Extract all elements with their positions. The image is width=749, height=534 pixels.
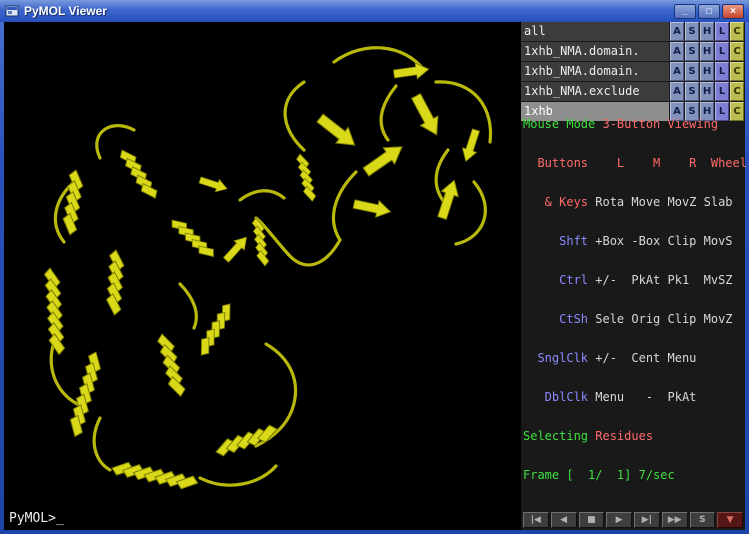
mouse-matrix-row: DblClk Menu - PkAt (523, 391, 743, 404)
maximize-button[interactable]: □ (698, 4, 720, 19)
app-icon (5, 4, 19, 18)
movie-controls: |◀ ◀ ■ ▶ ▶| ▶▶ S ▼ (521, 510, 745, 530)
object-name[interactable]: all (521, 22, 669, 41)
title-bar[interactable]: PyMOL Viewer _ □ × (0, 0, 749, 22)
mouse-matrix-header: Buttons L M R Wheel (523, 157, 743, 170)
viewport-3d[interactable]: PyMOL>_ (4, 22, 521, 530)
object-row-all[interactable]: all A S H L C (521, 22, 745, 41)
mouse-matrix-row: CtSh Sele Orig Clip MovZ (523, 313, 743, 326)
window-title: PyMOL Viewer (24, 4, 674, 18)
color-button[interactable]: C (730, 42, 744, 61)
minimize-button[interactable]: _ (674, 4, 696, 19)
window-controls: _ □ × (674, 4, 744, 19)
show-button[interactable]: S (685, 62, 699, 81)
action-button[interactable]: A (670, 42, 684, 61)
mouse-matrix-row: SnglClk +/- Cent Menu (523, 352, 743, 365)
protein-structure (4, 22, 521, 530)
command-prompt[interactable]: PyMOL>_ (9, 511, 64, 526)
skip-to-start-button[interactable]: |◀ (523, 512, 549, 528)
object-name[interactable]: 1xhb_NMA.domain. (521, 42, 669, 61)
object-row[interactable]: 1xhb_NMA.domain. A S H L C (521, 42, 745, 61)
action-button[interactable]: A (670, 62, 684, 81)
show-button[interactable]: S (685, 42, 699, 61)
hide-button[interactable]: H (700, 62, 714, 81)
hide-button[interactable]: H (700, 42, 714, 61)
selecting-mode[interactable]: Selecting Residues (523, 430, 743, 443)
mouse-mode-title[interactable]: Mouse Mode 3-Button Viewing (523, 118, 743, 131)
play-button[interactable]: ▶ (606, 512, 632, 528)
step-back-button[interactable]: ◀ (551, 512, 577, 528)
show-button[interactable]: S (685, 22, 699, 41)
color-button[interactable]: C (730, 62, 744, 81)
panel-toggle-button[interactable]: ▼ (717, 512, 743, 528)
label-button[interactable]: L (715, 62, 729, 81)
mouse-matrix-row: & Keys Rota Move MovZ Slab (523, 196, 743, 209)
frame-indicator[interactable]: Frame [ 1/ 1] 7/sec (523, 469, 743, 482)
skip-to-end-button[interactable]: ▶▶ (662, 512, 688, 528)
hide-button[interactable]: H (700, 22, 714, 41)
label-button[interactable]: L (715, 42, 729, 61)
label-button[interactable]: L (715, 22, 729, 41)
s-button[interactable]: S (690, 512, 716, 528)
step-forward-button[interactable]: ▶| (634, 512, 660, 528)
object-name[interactable]: 1xhb_NMA.domain. (521, 62, 669, 81)
action-button[interactable]: A (670, 22, 684, 41)
mouse-matrix-row: Ctrl +/- PkAt Pk1 MvSZ (523, 274, 743, 287)
mouse-mode-panel: Mouse Mode 3-Button Viewing Buttons L M … (521, 91, 745, 509)
mouse-matrix-row: Shft +Box -Box Clip MovS (523, 235, 743, 248)
control-panel: all A S H L C 1xhb_NMA.domain. A S H L C… (521, 22, 745, 530)
close-button[interactable]: × (722, 4, 744, 19)
pymol-window: PyMOL Viewer _ □ × (0, 0, 749, 534)
object-row[interactable]: 1xhb_NMA.domain. A S H L C (521, 62, 745, 81)
color-button[interactable]: C (730, 22, 744, 41)
stop-button[interactable]: ■ (579, 512, 605, 528)
